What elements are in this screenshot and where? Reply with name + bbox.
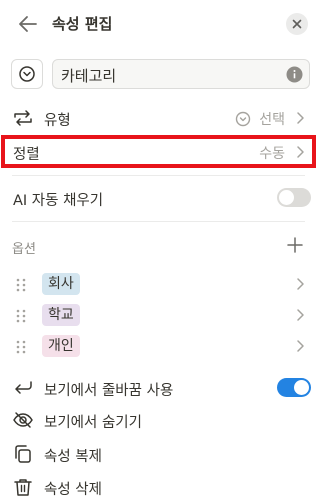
property-icon-picker[interactable] [11, 59, 43, 89]
select-type-small-icon [235, 111, 251, 127]
duplicate-icon [15, 445, 31, 463]
delete-property-row[interactable]: 속성 삭제 [0, 472, 317, 500]
duplicate-property-row[interactable]: 속성 복제 [0, 439, 317, 469]
close-icon [292, 19, 302, 29]
divider [12, 221, 305, 222]
chevron-right-icon [297, 340, 304, 352]
hide-in-view-row[interactable]: 보기에서 숨기기 [0, 405, 317, 435]
toggle-knob [294, 380, 309, 395]
edit-property-panel: 속성 편집 카테고리 유형 선택 정렬 수동 AI 자동 채우기 옵션 회사 학… [0, 0, 317, 500]
back-arrow-icon[interactable] [16, 12, 40, 36]
options-header: 옵션 [12, 242, 36, 257]
chevron-right-icon [297, 112, 304, 124]
info-icon[interactable] [286, 66, 303, 83]
toggle-knob [279, 190, 294, 205]
property-name-value: 카테고리 [61, 67, 117, 85]
type-row[interactable]: 유형 선택 [0, 103, 317, 133]
option-tag: 회사 [42, 273, 80, 295]
wrap-in-view-toggle[interactable] [277, 378, 311, 397]
panel-title: 속성 편집 [52, 15, 113, 33]
delete-property-label: 속성 삭제 [44, 482, 102, 498]
property-name-input[interactable]: 카테고리 [52, 59, 310, 89]
wrap-in-view-label: 보기에서 줄바꿈 사용 [44, 383, 174, 399]
sort-row-highlight [1, 135, 316, 168]
option-tag: 학교 [42, 304, 80, 326]
drag-handle-icon[interactable] [16, 339, 26, 355]
duplicate-property-label: 속성 복제 [44, 449, 102, 465]
option-item[interactable]: 학교 [0, 301, 317, 329]
chevron-right-icon [297, 278, 304, 290]
panel-header: 속성 편집 [0, 0, 317, 48]
wrap-text-icon [15, 381, 32, 394]
swap-type-icon [14, 110, 32, 126]
eye-slash-icon [13, 412, 33, 428]
type-label: 유형 [44, 113, 71, 129]
chevron-right-icon [297, 309, 304, 321]
select-type-icon [19, 66, 35, 82]
drag-handle-icon[interactable] [16, 277, 26, 293]
ai-autofill-toggle[interactable] [277, 188, 311, 207]
drag-handle-icon[interactable] [16, 308, 26, 324]
trash-icon [14, 479, 32, 496]
option-item[interactable]: 개인 [0, 332, 317, 360]
hide-in-view-label: 보기에서 숨기기 [44, 415, 142, 431]
type-value: 선택 [259, 112, 285, 128]
wrap-in-view-row[interactable]: 보기에서 줄바꿈 사용 [0, 373, 317, 403]
close-button[interactable] [286, 13, 308, 35]
divider [12, 175, 305, 176]
option-tag: 개인 [42, 335, 80, 357]
option-item[interactable]: 회사 [0, 270, 317, 298]
ai-autofill-label: AI 자동 채우기 [13, 193, 104, 209]
add-option-icon[interactable] [285, 235, 305, 255]
ai-autofill-row[interactable]: AI 자동 채우기 [0, 183, 317, 213]
